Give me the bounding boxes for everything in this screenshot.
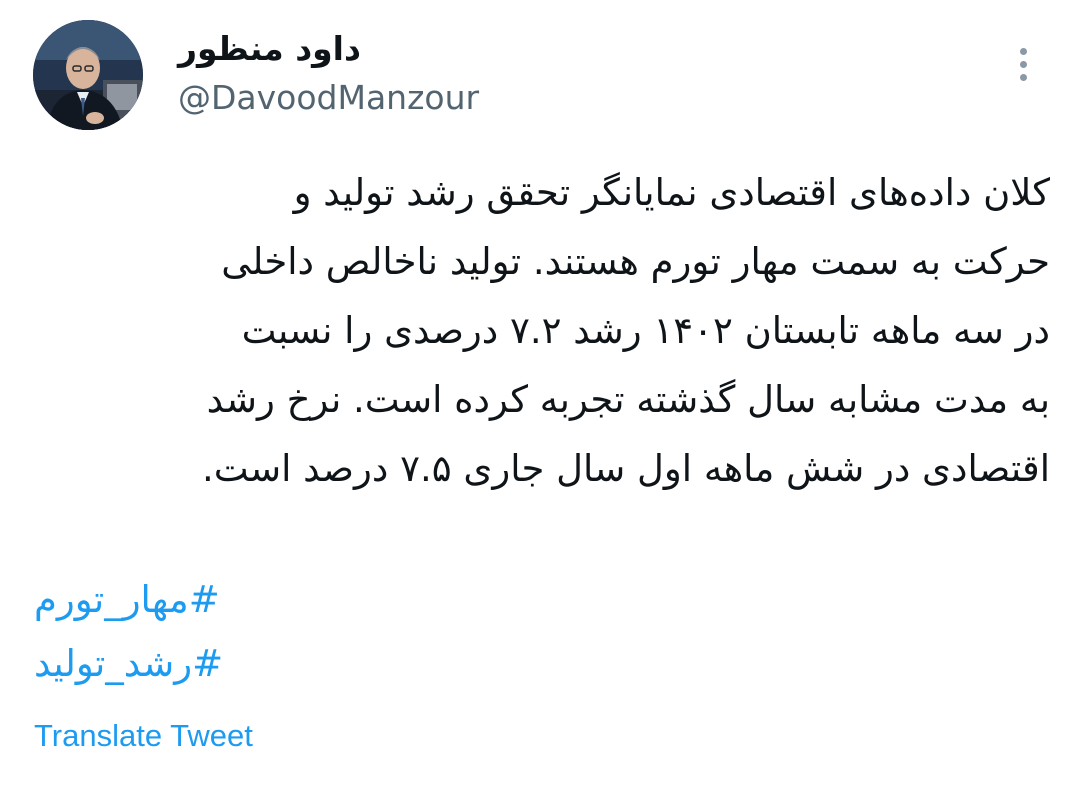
avatar[interactable]: [33, 20, 143, 130]
hashtag-link-inflation-control[interactable]: #مهار_تورم: [34, 568, 223, 632]
tweet-card: داود منظور @DavoodManzour کلان داده‌های …: [0, 0, 1080, 796]
translate-tweet-link[interactable]: Translate Tweet: [34, 714, 253, 758]
tweet-text-line: به مدت مشابه سال گذشته تجربه کرده است. ن…: [206, 378, 1050, 421]
tweet-text-line: حرکت به سمت مهار تورم هستند. تولید ناخال…: [221, 240, 1050, 283]
tweet-text-line: کلان داده‌های اقتصادی نمایانگر تحقق رشد …: [293, 171, 1050, 214]
hashtag-list: #مهار_تورم #رشد_تولید: [34, 568, 223, 696]
author-handle[interactable]: @DavoodManzour: [178, 76, 479, 120]
profile-photo: [33, 20, 143, 130]
author-block: داود منظور @DavoodManzour: [178, 26, 479, 120]
more-options-button[interactable]: [1004, 40, 1044, 90]
author-display-name[interactable]: داود منظور: [178, 26, 479, 72]
tweet-text: کلان داده‌های اقتصادی نمایانگر تحقق رشد …: [66, 158, 1050, 503]
hashtag-link-production-growth[interactable]: #رشد_تولید: [34, 632, 223, 696]
tweet-text-line: در سه ماهه تابستان ۱۴۰۲ رشد ۷.۲ درصدی را…: [241, 309, 1050, 352]
tweet-text-line: اقتصادی در شش ماهه اول سال جاری ۷.۵ درصد…: [202, 447, 1050, 490]
